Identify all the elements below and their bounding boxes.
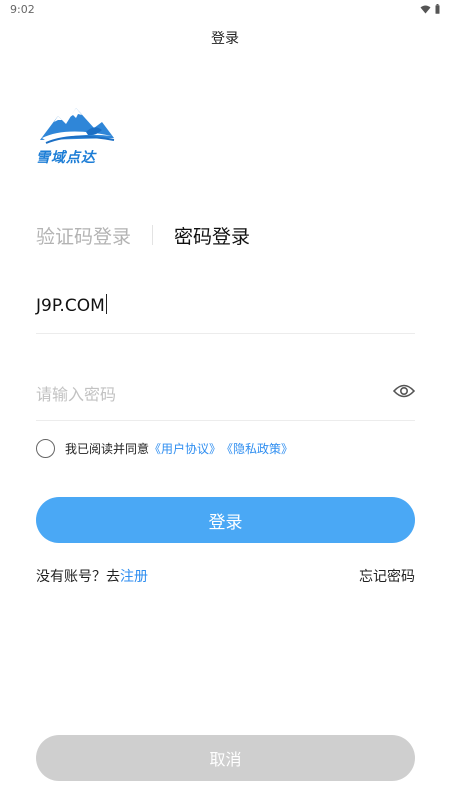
tab-divider	[152, 225, 154, 245]
agreement-row: 我已阅读并同意 《用户协议》 《隐私政策》	[36, 439, 293, 458]
eye-icon[interactable]	[393, 383, 415, 399]
register-prompt: 没有账号？去注册	[36, 566, 148, 586]
account-value: J9P.COM	[36, 296, 105, 316]
text-caret	[105, 294, 107, 314]
agreement-text: 我已阅读并同意	[65, 442, 150, 456]
battery-icon	[435, 4, 440, 14]
forgot-password-link[interactable]: 忘记密码	[359, 566, 415, 586]
app-logo: 雪域点达	[36, 102, 116, 172]
bottom-links: 没有账号？去注册 忘记密码	[36, 566, 415, 586]
tab-password-login[interactable]: 密码登录	[174, 222, 250, 249]
status-bar: 9:02	[0, 0, 450, 22]
password-input[interactable]: 请输入密码	[36, 381, 116, 405]
status-icons	[420, 4, 440, 14]
privacy-policy-link[interactable]: 《隐私政策》	[221, 440, 293, 457]
account-field[interactable]: J9P.COM	[36, 286, 415, 334]
password-field[interactable]: 请输入密码	[36, 372, 415, 421]
page-title: 登录	[211, 31, 239, 47]
agreement-checkbox[interactable]	[36, 439, 55, 458]
login-button[interactable]: 登录	[36, 497, 415, 543]
status-time: 9:02	[10, 3, 35, 16]
user-agreement-link[interactable]: 《用户协议》	[149, 440, 221, 457]
account-input[interactable]: J9P.COM	[36, 294, 107, 316]
cancel-button[interactable]: 取消	[36, 735, 415, 781]
logo-wordmark: 雪域点达	[36, 150, 96, 166]
wifi-icon	[420, 5, 431, 13]
mountain-logo-icon	[40, 108, 115, 144]
tab-sms-login[interactable]: 验证码登录	[36, 222, 131, 249]
no-account-text: 没有账号？去	[36, 569, 120, 585]
register-link[interactable]: 注册	[120, 569, 148, 585]
login-tabs: 验证码登录 密码登录	[36, 221, 250, 249]
